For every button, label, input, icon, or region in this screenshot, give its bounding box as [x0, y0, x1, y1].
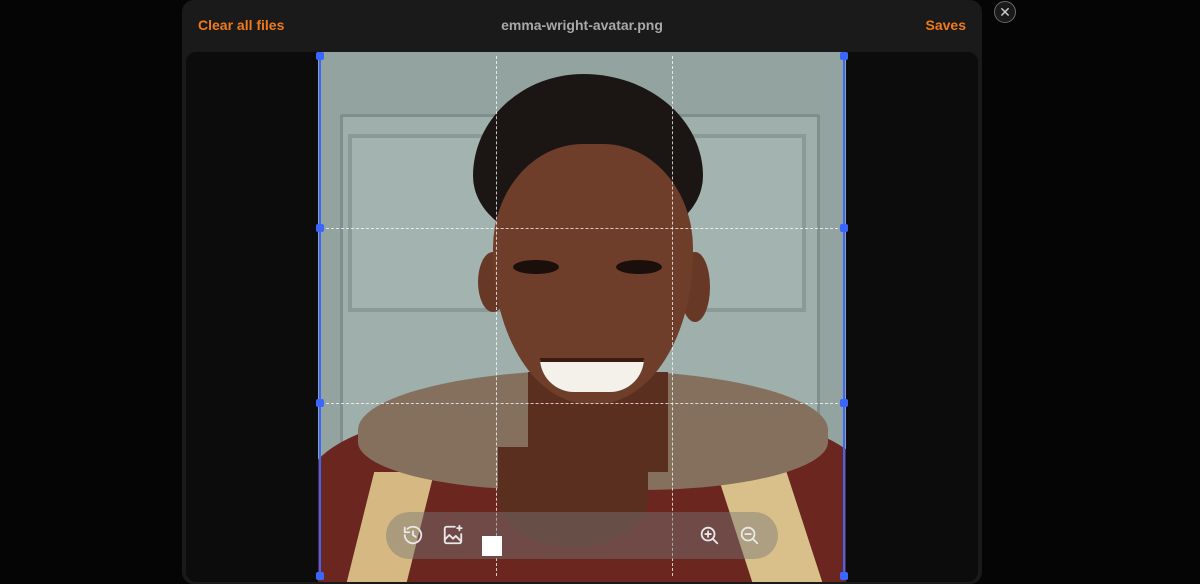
crop-handle-right-lower[interactable] — [840, 399, 848, 407]
crop-handle-right-upper[interactable] — [840, 224, 848, 232]
crop-handle-left-lower[interactable] — [316, 399, 324, 407]
image-stage — [186, 52, 978, 582]
color-swatch[interactable] — [482, 536, 502, 556]
image-sparkle-icon[interactable] — [442, 524, 466, 548]
editor-header: Clear all files emma-wright-avatar.png S… — [182, 0, 982, 52]
crop-handle-bottom-left[interactable] — [316, 572, 324, 580]
save-button[interactable]: Saves — [926, 17, 966, 33]
photo-eye-right — [616, 260, 662, 274]
image-editor-modal: Clear all files emma-wright-avatar.png S… — [182, 0, 982, 584]
crop-handle-bottom-right[interactable] — [840, 572, 848, 580]
history-icon[interactable] — [402, 524, 426, 548]
zoom-in-icon[interactable] — [698, 524, 722, 548]
file-name-title: emma-wright-avatar.png — [501, 17, 663, 33]
avatar-photo[interactable] — [318, 52, 846, 582]
editor-toolbar — [386, 512, 778, 559]
photo-eye-left — [513, 260, 559, 274]
close-icon[interactable]: ✕ — [994, 1, 1016, 23]
crop-handle-left-upper[interactable] — [316, 224, 324, 232]
crop-handle-top-left[interactable] — [316, 52, 324, 60]
zoom-out-icon[interactable] — [738, 524, 762, 548]
crop-handle-top-right[interactable] — [840, 52, 848, 60]
